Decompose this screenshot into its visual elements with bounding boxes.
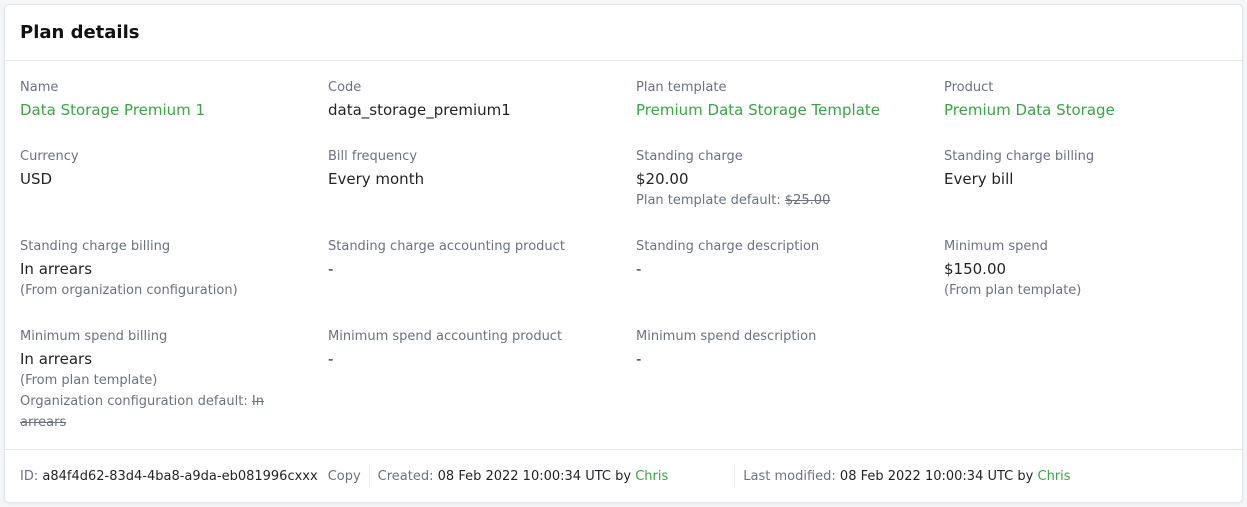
card-footer: ID: a84f4d62-83d4-4ba8-a9da-eb081996cxxx… [5, 449, 1242, 502]
created-label: Created: [377, 468, 434, 484]
modified-label: Last modified: [743, 468, 836, 484]
card-title: Plan details [20, 22, 140, 43]
org-default-note: Organization configuration default: In a… [20, 391, 270, 433]
plan-details-card: Plan details Name Data Storage Premium 1… [4, 4, 1243, 503]
field-label: Minimum spend billing [20, 329, 168, 344]
divider [368, 465, 370, 487]
by-label: by [615, 468, 632, 484]
field-value: $150.00 [944, 260, 1007, 278]
field-label: Minimum spend [944, 239, 1048, 254]
field-bill-frequency: Bill frequency Every month [328, 148, 628, 190]
source-note: (From plan template) [944, 283, 1082, 298]
default-value-strikethrough: $25.00 [784, 193, 831, 208]
field-value: - [328, 260, 334, 278]
id-value: a84f4d62-83d4-4ba8-a9da-eb081996cxxx [42, 468, 318, 484]
field-label: Minimum spend accounting product [328, 329, 563, 344]
divider [734, 465, 736, 487]
field-label: Standing charge billing [20, 239, 171, 254]
field-value: In arrears [20, 260, 93, 278]
field-product: Product Premium Data Storage [944, 79, 1244, 121]
card-header: Plan details [5, 5, 1242, 61]
field-value: Every month [328, 170, 425, 188]
field-standing-charge-billing-frequency: Standing charge billing Every bill [944, 148, 1244, 190]
plan-template-link[interactable]: Premium Data Storage Template [636, 99, 936, 121]
plan-name-link[interactable]: Data Storage Premium 1 [20, 99, 320, 121]
field-value: - [636, 260, 642, 278]
field-label: Name [20, 80, 59, 95]
field-code: Code data_storage_premium1 [328, 79, 628, 121]
field-value: - [328, 350, 334, 368]
by-label: by [1017, 468, 1034, 484]
field-currency: Currency USD [20, 148, 320, 190]
field-minimum-spend: Minimum spend $150.00 (From plan templat… [944, 238, 1244, 301]
field-value: - [636, 350, 642, 368]
field-label: Standing charge billing [944, 149, 1095, 164]
field-label: Code [328, 80, 362, 95]
source-note: (From organization configuration) [20, 283, 238, 298]
id-label: ID: [20, 468, 39, 484]
field-value: USD [20, 170, 53, 188]
field-minimum-spend-description: Minimum spend description - [636, 328, 936, 370]
field-value: In arrears [20, 350, 93, 368]
copy-id-button[interactable]: Copy [328, 469, 361, 484]
modified-value: 08 Feb 2022 10:00:34 UTC [839, 468, 1014, 484]
field-standing-charge-description: Standing charge description - [636, 238, 936, 280]
field-label: Plan template [636, 80, 727, 95]
field-label: Standing charge accounting product [328, 239, 565, 254]
default-prefix: Plan template default: [636, 193, 785, 208]
field-label: Product [944, 80, 994, 95]
modified-by-link[interactable]: Chris [1038, 469, 1071, 484]
field-label: Currency [20, 149, 79, 164]
field-standing-charge-billing: Standing charge billing In arrears (From… [20, 238, 320, 301]
field-value: Every bill [944, 170, 1014, 188]
plan-fields-grid: Name Data Storage Premium 1 Code data_st… [5, 61, 1242, 451]
field-minimum-spend-billing: Minimum spend billing In arrears (From p… [20, 328, 270, 433]
created-by-link[interactable]: Chris [635, 469, 668, 484]
field-value: $20.00 [636, 170, 689, 188]
field-label: Standing charge [636, 149, 743, 164]
field-label: Minimum spend description [636, 329, 817, 344]
field-standing-charge-accounting-product: Standing charge accounting product - [328, 238, 628, 280]
field-plan-template: Plan template Premium Data Storage Templ… [636, 79, 936, 121]
field-label: Standing charge description [636, 239, 820, 254]
field-label: Bill frequency [328, 149, 418, 164]
source-note: (From plan template) [20, 373, 158, 388]
created-value: 08 Feb 2022 10:00:34 UTC [437, 468, 611, 484]
field-standing-charge: Standing charge $20.00 Plan template def… [636, 148, 936, 211]
default-prefix: Organization configuration default: [20, 394, 252, 409]
field-minimum-spend-accounting-product: Minimum spend accounting product - [328, 328, 628, 370]
product-link[interactable]: Premium Data Storage [944, 99, 1244, 121]
template-default-note: Plan template default: $25.00 [636, 190, 936, 211]
field-name: Name Data Storage Premium 1 [20, 79, 320, 121]
field-value: data_storage_premium1 [328, 101, 511, 119]
